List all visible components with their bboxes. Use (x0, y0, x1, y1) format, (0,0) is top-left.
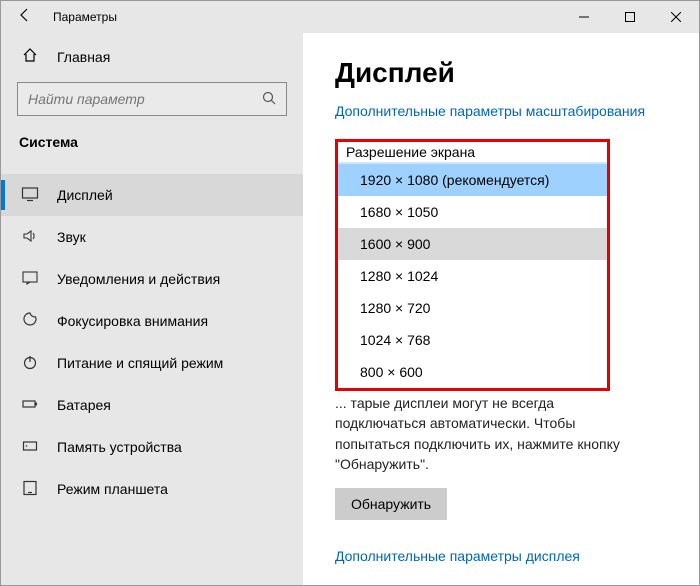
sidebar-item-power[interactable]: Питание и спящий режим (1, 342, 303, 384)
sidebar-item-display[interactable]: Дисплей (1, 174, 303, 216)
home-icon (21, 47, 39, 66)
battery-icon (21, 395, 39, 416)
focus-icon (21, 311, 39, 332)
titlebar: Параметры (1, 1, 699, 33)
resolution-option[interactable]: 1600 × 900 (338, 228, 607, 260)
storage-icon (21, 437, 39, 458)
detect-description: ... тарые дисплеи могут не всегда подклю… (335, 391, 667, 474)
content-pane: Дисплей Дополнительные параметры масштаб… (303, 33, 699, 585)
resolution-option[interactable]: 1680 × 1050 (338, 196, 607, 228)
home-nav[interactable]: Главная (1, 37, 303, 76)
sidebar-item-label: Батарея (57, 397, 111, 413)
sidebar-item-focus[interactable]: Фокусировка внимания (1, 300, 303, 342)
sidebar: Главная Система Дисплей Звук Уведомлен (1, 33, 303, 585)
sound-icon (21, 227, 39, 248)
close-button[interactable] (653, 1, 699, 33)
sidebar-item-tablet[interactable]: Режим планшета (1, 468, 303, 510)
advanced-display-link[interactable]: Дополнительные параметры дисплея (335, 548, 667, 564)
sidebar-item-label: Питание и спящий режим (57, 355, 223, 371)
page-title: Дисплей (335, 57, 667, 89)
display-icon (21, 185, 39, 206)
detect-button[interactable]: Обнаружить (335, 488, 447, 520)
window-title: Параметры (49, 10, 561, 24)
resolution-option[interactable]: 1280 × 1024 (338, 260, 607, 292)
scaling-link[interactable]: Дополнительные параметры масштабирования (335, 103, 667, 119)
sidebar-item-label: Звук (57, 229, 86, 245)
sidebar-item-notifications[interactable]: Уведомления и действия (1, 258, 303, 300)
sidebar-item-label: Фокусировка внимания (57, 313, 208, 329)
sidebar-item-sound[interactable]: Звук (1, 216, 303, 258)
window-controls (561, 1, 699, 33)
search-input[interactable] (28, 91, 262, 107)
power-icon (21, 353, 39, 374)
resolution-label: Разрешение экрана (338, 142, 607, 162)
sidebar-item-battery[interactable]: Батарея (1, 384, 303, 426)
maximize-button[interactable] (607, 1, 653, 33)
resolution-option[interactable]: 1280 × 720 (338, 292, 607, 324)
minimize-button[interactable] (561, 1, 607, 33)
resolution-dropdown-box: Разрешение экрана 1920 × 1080 (рекоменду… (335, 139, 610, 391)
search-icon (262, 91, 276, 108)
back-button[interactable] (1, 7, 49, 28)
resolution-option[interactable]: 800 × 600 (338, 356, 607, 388)
tablet-icon (21, 479, 39, 500)
sidebar-item-label: Уведомления и действия (57, 271, 220, 287)
resolution-dropdown-list[interactable]: 1920 × 1080 (рекомендуется) 1680 × 1050 … (338, 162, 607, 388)
resolution-option[interactable]: 1920 × 1080 (рекомендуется) (338, 164, 607, 196)
sidebar-item-label: Память устройства (57, 439, 182, 455)
search-box[interactable] (17, 82, 287, 116)
sidebar-item-label: Дисплей (57, 187, 113, 203)
category-label: Система (1, 130, 303, 174)
notifications-icon (21, 269, 39, 290)
resolution-option[interactable]: 1024 × 768 (338, 324, 607, 356)
sidebar-item-label: Режим планшета (57, 481, 168, 497)
home-label: Главная (57, 49, 110, 65)
sidebar-item-storage[interactable]: Память устройства (1, 426, 303, 468)
